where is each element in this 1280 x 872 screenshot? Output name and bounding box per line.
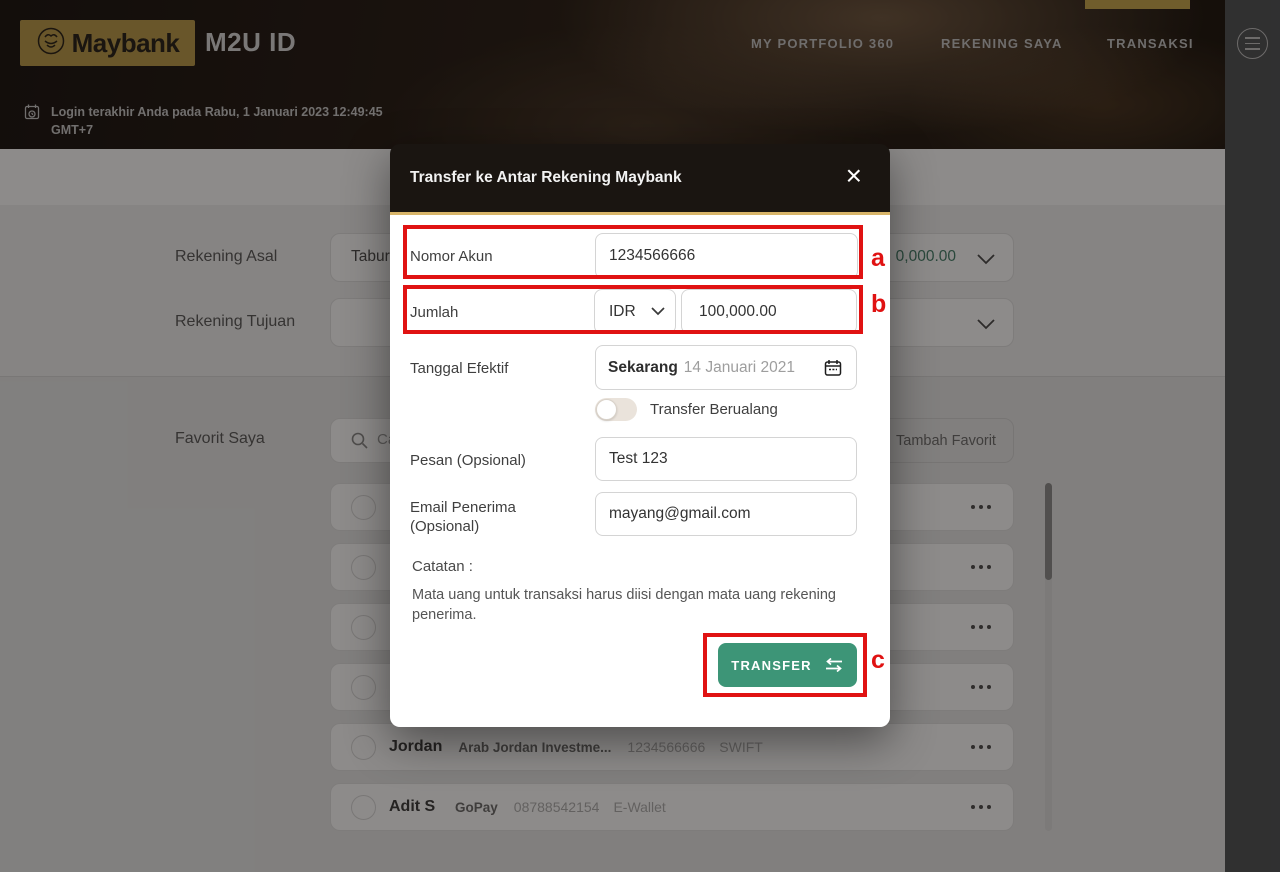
recurring-transfer-toggle[interactable] xyxy=(595,398,637,421)
amount-input[interactable]: 100,000.00 xyxy=(681,289,857,334)
tanggal-value: 14 Januari 2021 xyxy=(684,359,795,377)
chevron-down-icon xyxy=(651,307,665,316)
pesan-label: Pesan (Opsional) xyxy=(410,452,526,469)
email-penerima-input[interactable]: mayang@gmail.com xyxy=(595,492,857,536)
close-icon[interactable]: × xyxy=(846,158,862,194)
tanggal-mode: Sekarang xyxy=(608,359,678,377)
email-penerima-label: Email Penerima (Opsional) xyxy=(410,498,560,536)
transfer-arrows-icon xyxy=(824,658,844,672)
transfer-button[interactable]: TRANSFER xyxy=(718,643,857,687)
amount-value: 100,000.00 xyxy=(699,303,777,321)
modal-title: Transfer ke Antar Rekening Maybank xyxy=(410,169,682,187)
toggle-knob xyxy=(596,399,617,420)
tanggal-efektif-label: Tanggal Efektif xyxy=(410,360,508,377)
pesan-value: Test 123 xyxy=(609,450,668,468)
modal-body: Nomor Akun 1234566666 Jumlah IDR 100,000… xyxy=(390,215,890,727)
nomor-akun-value: 1234566666 xyxy=(609,247,695,265)
email-penerima-value: mayang@gmail.com xyxy=(609,505,751,523)
recurring-transfer-label: Transfer Berualang xyxy=(650,401,778,418)
currency-select[interactable]: IDR xyxy=(594,289,676,334)
currency-value: IDR xyxy=(609,303,636,321)
transfer-modal: Transfer ke Antar Rekening Maybank × Nom… xyxy=(390,144,890,727)
nomor-akun-label: Nomor Akun xyxy=(410,248,493,265)
catatan-text: Mata uang untuk transaksi harus diisi de… xyxy=(412,586,847,625)
transfer-button-label: TRANSFER xyxy=(731,658,811,673)
pesan-input[interactable]: Test 123 xyxy=(595,437,857,481)
tanggal-efektif-input[interactable]: Sekarang 14 Januari 2021 xyxy=(595,345,857,390)
calendar-icon[interactable] xyxy=(824,359,842,382)
jumlah-label: Jumlah xyxy=(410,304,458,321)
nomor-akun-input[interactable]: 1234566666 xyxy=(595,233,858,279)
modal-header: Transfer ke Antar Rekening Maybank × xyxy=(390,144,890,212)
catatan-title: Catatan : xyxy=(412,558,473,575)
